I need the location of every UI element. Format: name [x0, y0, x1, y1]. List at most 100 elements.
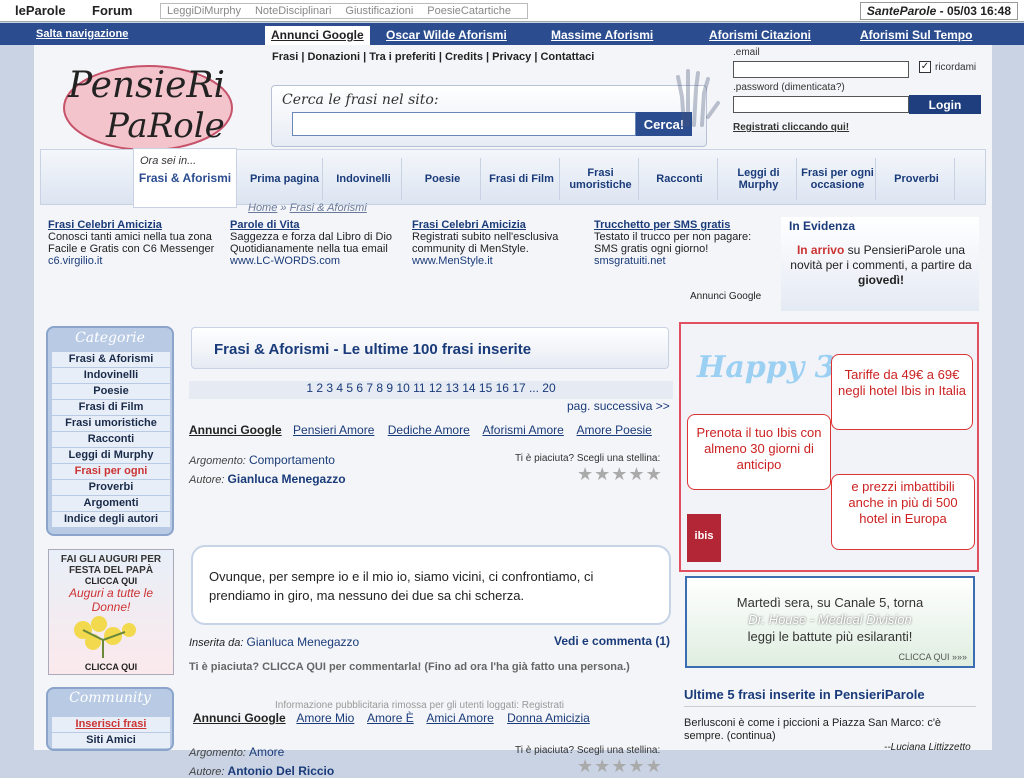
ad-url[interactable]: c6.virgilio.it [48, 255, 224, 267]
sidebar-item[interactable]: Frasi & Aforismi [52, 352, 170, 367]
site-logo[interactable]: PensieRi PaRole [58, 53, 234, 153]
argument-link[interactable]: Amore [249, 745, 284, 759]
nav-link[interactable]: Aforismi Sul Tempo [860, 28, 972, 42]
password-field[interactable] [733, 96, 909, 113]
star-icon[interactable]: ★ [646, 464, 663, 484]
menu-item[interactable]: Racconti [642, 158, 718, 200]
ad-url[interactable]: smsgratuiti.net [594, 255, 770, 267]
festa-cta[interactable]: CLICCA QUI [49, 662, 173, 672]
text-ad[interactable]: Frasi Celebri Amicizia Conosci tanti ami… [48, 219, 224, 267]
header-links[interactable]: Frasi | Donazioni | Tra i preferiti | Cr… [272, 51, 594, 63]
google-link[interactable]: Amore Mio [296, 711, 354, 725]
ad-title[interactable]: Parole di Vita [230, 219, 406, 231]
star-icon[interactable]: ★ [628, 464, 645, 484]
menu-item[interactable]: Proverbi [879, 158, 955, 200]
sidebar-item[interactable]: Frasi per ogni occasione [52, 464, 170, 492]
star-rating[interactable]: ★★★★★ [577, 756, 663, 777]
google-link[interactable]: Pensieri Amore [293, 423, 374, 437]
text-ad[interactable]: Frasi Celebri Amicizia Registrati subito… [412, 219, 588, 267]
nav-link[interactable]: Massime Aforismi [551, 28, 653, 42]
breadcrumb-home[interactable]: Home [248, 202, 277, 214]
menu-item[interactable]: Indovinelli [326, 158, 402, 200]
star-icon[interactable]: ★ [628, 756, 645, 776]
network-link[interactable]: NoteDisciplinari [255, 5, 331, 17]
festa-banner[interactable]: FAI GLI AUGURI PER FESTA DEL PAPÀ CLICCA… [48, 549, 174, 675]
star-icon[interactable]: ★ [577, 464, 594, 484]
nav-link[interactable]: Oscar Wilde Aforismi [386, 28, 507, 42]
star-icon[interactable]: ★ [594, 756, 611, 776]
menu-item[interactable]: Prima pagina [247, 158, 323, 200]
santeparole-link[interactable]: SanteParole [867, 4, 936, 18]
comment-prompt[interactable]: Ti è piaciuta? CLICCA QUI per commentarl… [189, 661, 630, 673]
sidebar-item[interactable]: Leggi di Murphy [52, 448, 170, 463]
remember-checkbox[interactable]: ✓ [919, 61, 931, 73]
ad-title[interactable]: Frasi Celebri Amicizia [48, 219, 224, 231]
login-button[interactable]: Login [909, 95, 981, 114]
star-icon[interactable]: ★ [594, 464, 611, 484]
sidebar-item[interactable]: Frasi di Film [52, 400, 170, 415]
author-link[interactable]: Antonio Del Riccio [228, 764, 335, 778]
google-link[interactable]: Amici Amore [426, 711, 493, 725]
ad-title[interactable]: Frasi Celebri Amicizia [412, 219, 588, 231]
breadcrumb-current[interactable]: Frasi & Aforismi [290, 202, 367, 214]
register-link[interactable]: Registrati cliccando qui! [733, 122, 849, 133]
nav-link[interactable]: Aforismi Citazioni [709, 28, 811, 42]
sidebar-item[interactable]: Racconti [52, 432, 170, 447]
star-icon[interactable]: ★ [577, 756, 594, 776]
comment-link[interactable]: Vedi e commenta (1) [554, 634, 670, 648]
menu-item[interactable]: Frasi umoristiche [563, 158, 639, 200]
canale5-banner[interactable]: Martedì sera, su Canale 5, torna Dr. Hou… [685, 576, 975, 668]
google-link[interactable]: Amore È [367, 711, 414, 725]
google-link[interactable]: Donna Amicizia [507, 711, 590, 725]
network-link[interactable]: Giustificazioni [345, 5, 413, 17]
remember-label: ricordami [935, 62, 977, 73]
email-field[interactable] [733, 61, 909, 78]
ad-url[interactable]: www.MenStyle.it [412, 255, 588, 267]
annunci-google-tab[interactable]: Annunci Google [265, 26, 370, 45]
inserted-by-link[interactable]: Gianluca Menegazzo [246, 635, 359, 649]
skip-nav-link[interactable]: Salta navigazione [36, 28, 128, 40]
next-page-link[interactable]: pag. successiva >> [567, 399, 670, 413]
search-input[interactable] [292, 112, 636, 136]
ibis-banner[interactable]: Happy 30 Tariffe da 49€ a 69€ negli hote… [679, 322, 979, 572]
ad-url[interactable]: www.LC-WORDS.com [230, 255, 406, 267]
sidebar-item[interactable]: Argomenti [52, 496, 170, 511]
text-ad[interactable]: Parole di Vita Saggezza e forza dal Libr… [230, 219, 406, 267]
google-link[interactable]: Amore Poesie [576, 423, 651, 437]
latest-quote[interactable]: Berlusconi è come i piccioni a Piazza Sa… [684, 717, 976, 743]
sidebar-item[interactable]: Indovinelli [52, 368, 170, 383]
sidebar-item[interactable]: Indice degli autori [52, 512, 170, 527]
sidebar-item[interactable]: Poesie [52, 384, 170, 399]
google-label[interactable]: Annunci Google [189, 423, 282, 437]
google-link[interactable]: Aforismi Amore [482, 423, 563, 437]
google-link[interactable]: Dediche Amore [388, 423, 470, 437]
argument-line: Argomento: Comportamento [189, 453, 335, 467]
ad-title[interactable]: Trucchetto per SMS gratis [594, 219, 770, 231]
canale-cta[interactable]: CLICCA QUI »»» [898, 652, 967, 662]
google-label[interactable]: Annunci Google [193, 711, 286, 725]
author-link[interactable]: Gianluca Menegazzo [228, 472, 346, 486]
leparole-link[interactable]: leParole [15, 3, 66, 18]
argument-link[interactable]: Comportamento [249, 453, 335, 467]
community-item[interactable]: Inserisci frasi [52, 717, 170, 732]
menu-item[interactable]: Poesie [405, 158, 481, 200]
star-icon[interactable]: ★ [611, 756, 628, 776]
community-item[interactable]: Siti Amici [52, 733, 170, 748]
star-icon[interactable]: ★ [646, 756, 663, 776]
star-icon[interactable]: ★ [611, 464, 628, 484]
menu-item[interactable]: Frasi per ogni occasione [800, 158, 876, 200]
ibis-logo: ibis [687, 514, 721, 562]
current-section-label[interactable]: Frasi & Aforismi [134, 171, 236, 185]
pagination[interactable]: 1 2 3 4 5 6 7 8 9 10 11 12 13 14 15 16 1… [189, 381, 673, 399]
network-link[interactable]: LeggiDiMurphy [167, 5, 241, 17]
menu-item[interactable]: Leggi di Murphy [721, 158, 797, 200]
text-ad[interactable]: Trucchetto per SMS gratis Testato il tru… [594, 219, 770, 267]
ads-by-google[interactable]: Annunci Google [690, 291, 761, 302]
categories-sidebar: Categorie Frasi & Aforismi Indovinelli P… [46, 326, 174, 536]
network-link[interactable]: PoesieCatartiche [427, 5, 511, 17]
sidebar-item[interactable]: Frasi umoristiche [52, 416, 170, 431]
menu-item[interactable]: Frasi di Film [484, 158, 560, 200]
forum-link[interactable]: Forum [92, 3, 132, 18]
sidebar-item[interactable]: Proverbi [52, 480, 170, 495]
star-rating[interactable]: ★★★★★ [577, 464, 663, 485]
